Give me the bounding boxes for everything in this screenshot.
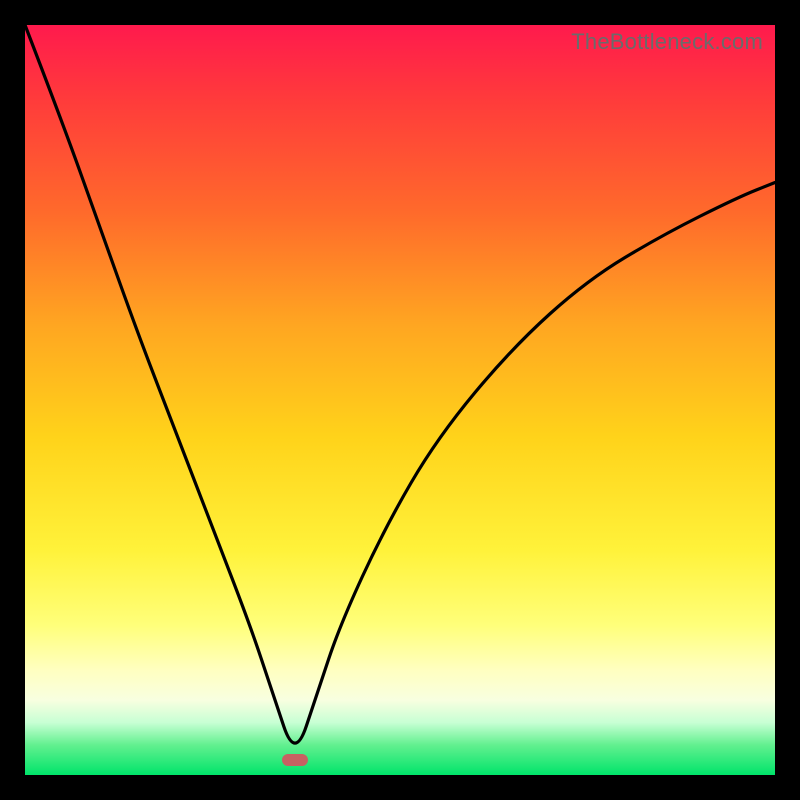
bottleneck-marker <box>282 754 308 766</box>
bottleneck-curve <box>25 25 775 775</box>
plot-area: TheBottleneck.com <box>25 25 775 775</box>
